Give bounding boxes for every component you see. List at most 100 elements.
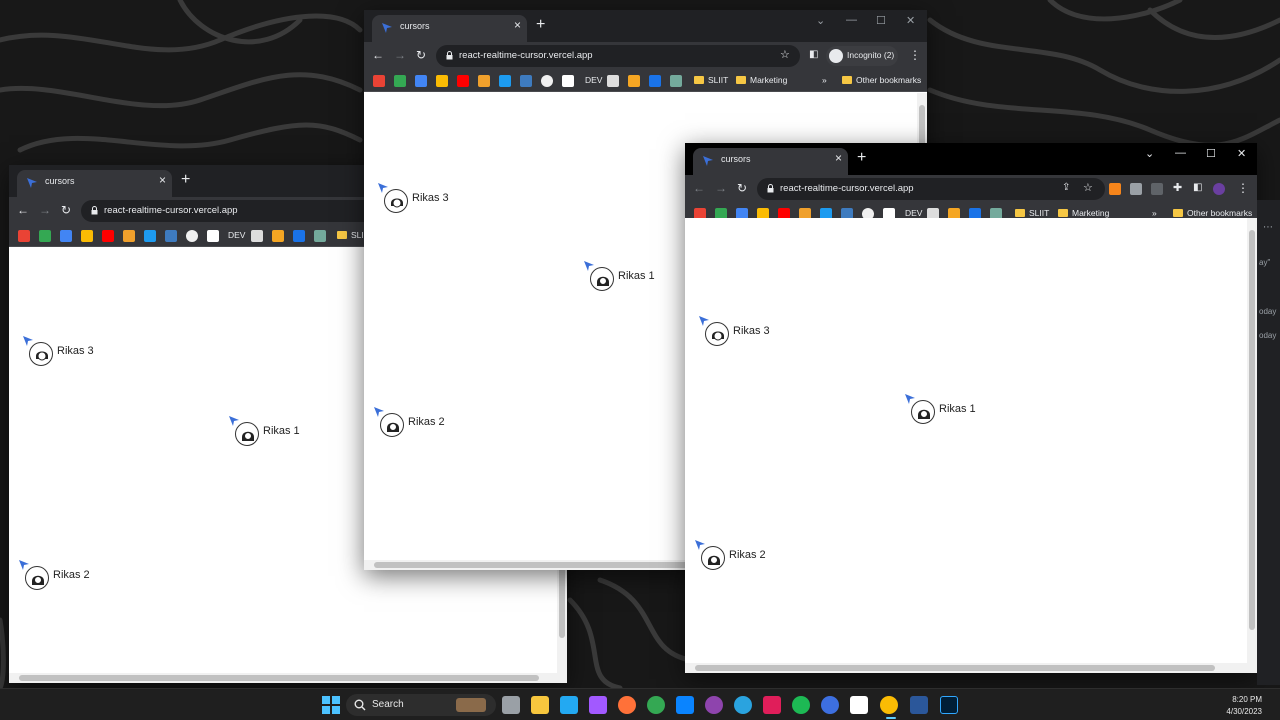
reload-button[interactable]: ↻ xyxy=(737,181,747,195)
dev-bookmark[interactable]: DEV xyxy=(228,230,245,240)
reload-button[interactable]: ↻ xyxy=(416,48,426,62)
back-button[interactable]: ← xyxy=(17,203,29,217)
metamask-extension-icon[interactable] xyxy=(1109,183,1121,195)
slack-icon[interactable] xyxy=(763,696,781,714)
maximize-button[interactable]: ☐ xyxy=(876,14,886,27)
minimize-button[interactable]: — xyxy=(1175,147,1186,159)
new-tab-button[interactable]: + xyxy=(536,17,545,33)
todo-icon[interactable] xyxy=(821,696,839,714)
link-bookmark-icon[interactable] xyxy=(520,75,532,87)
figma-icon[interactable] xyxy=(589,696,607,714)
horizontal-scrollbar[interactable] xyxy=(9,673,567,683)
tab-cursors[interactable]: cursors × xyxy=(17,170,172,197)
youtube-bookmark-icon[interactable] xyxy=(102,230,114,242)
vertical-scrollbar[interactable] xyxy=(1247,218,1257,663)
forward-button[interactable]: → xyxy=(394,48,406,62)
more-bookmarks-button[interactable]: » xyxy=(1152,208,1157,218)
file-explorer-icon[interactable] xyxy=(531,696,549,714)
tab-close-icon[interactable]: × xyxy=(835,152,842,164)
medium-bookmark-icon[interactable] xyxy=(562,75,574,87)
tab-close-icon[interactable]: × xyxy=(159,174,166,186)
gmail-bookmark-icon[interactable] xyxy=(373,75,385,87)
drive-bookmark-icon[interactable] xyxy=(39,230,51,242)
tab-search-icon[interactable]: ⌄ xyxy=(816,14,825,27)
menu-kebab-icon[interactable]: ⋮ xyxy=(1237,181,1249,195)
address-bar[interactable]: react-realtime-cursor.vercel.app ⇪ ☆ xyxy=(757,178,1105,200)
task-view-icon[interactable] xyxy=(502,696,520,714)
sliit-bookmark[interactable]: SLIIT xyxy=(694,75,728,85)
forward-button[interactable]: → xyxy=(39,203,51,217)
side-panel-icon[interactable]: ◧ xyxy=(1193,181,1202,195)
scrollbar-thumb[interactable] xyxy=(1249,230,1255,630)
slack-bookmark-icon[interactable] xyxy=(123,230,135,242)
menu-kebab-icon[interactable]: ⋮ xyxy=(909,48,921,62)
keep-bookmark-icon[interactable] xyxy=(81,230,93,242)
close-window-button[interactable]: ✕ xyxy=(1237,147,1246,160)
chatgpt-bookmark-icon[interactable] xyxy=(670,75,682,87)
scrollbar-thumb[interactable] xyxy=(19,675,539,681)
chrome-active-icon[interactable] xyxy=(880,696,898,714)
github-bookmark-icon[interactable] xyxy=(186,230,198,242)
back-button[interactable]: ← xyxy=(372,48,384,62)
medium-bookmark-icon[interactable] xyxy=(207,230,219,242)
tab-cursors[interactable]: cursors × xyxy=(372,15,527,42)
other-bookmarks[interactable]: Other bookmarks xyxy=(1173,208,1252,218)
drive-bookmark-icon[interactable] xyxy=(394,75,406,87)
twitter-bookmark-icon[interactable] xyxy=(144,230,156,242)
outlook-bookmark-icon[interactable] xyxy=(649,75,661,87)
tab-cursors[interactable]: cursors × xyxy=(693,148,848,175)
chatgpt-bookmark-icon[interactable] xyxy=(314,230,326,242)
share-icon[interactable]: ⇪ xyxy=(1062,181,1070,195)
back-button[interactable]: ← xyxy=(693,181,705,195)
marketing-bookmark[interactable]: Marketing xyxy=(736,75,787,85)
outlook-bookmark-icon[interactable] xyxy=(293,230,305,242)
incognito-profile-button[interactable]: Incognito (2) xyxy=(826,46,898,66)
page-canvas[interactable]: Rikas 3 Rikas 1 Rikas 2 xyxy=(685,218,1257,673)
tab-close-icon[interactable]: × xyxy=(514,19,521,31)
slack-bookmark-icon[interactable] xyxy=(478,75,490,87)
forward-button[interactable]: → xyxy=(715,181,727,195)
close-window-button[interactable]: ✕ xyxy=(906,14,915,27)
sliit-bookmark[interactable]: SLIIT xyxy=(1015,208,1049,218)
minimize-button[interactable]: — xyxy=(846,14,857,26)
address-bar[interactable]: react-realtime-cursor.vercel.app ☆ xyxy=(436,45,800,67)
stackoverflow-bookmark-icon[interactable] xyxy=(272,230,284,242)
youtube-bookmark-icon[interactable] xyxy=(457,75,469,87)
extensions-puzzle-icon[interactable]: ✚ xyxy=(1173,181,1182,195)
hashnode-bookmark-icon[interactable] xyxy=(251,230,263,242)
side-panel-icon[interactable]: ◧ xyxy=(809,48,818,62)
new-tab-button[interactable]: + xyxy=(181,172,190,188)
maximize-button[interactable]: ☐ xyxy=(1206,147,1216,160)
bookmark-star-icon[interactable]: ☆ xyxy=(780,48,790,62)
stackoverflow-bookmark-icon[interactable] xyxy=(628,75,640,87)
other-bookmarks[interactable]: Other bookmarks xyxy=(842,75,921,85)
word-icon[interactable] xyxy=(910,696,928,714)
link-bookmark-icon[interactable] xyxy=(165,230,177,242)
sliit-bookmark[interactable]: SLI xyxy=(337,230,364,240)
photoshop-icon[interactable] xyxy=(940,696,958,714)
calendar-bookmark-icon[interactable] xyxy=(415,75,427,87)
keep-bookmark-icon[interactable] xyxy=(436,75,448,87)
windows-start-icon[interactable] xyxy=(322,696,340,714)
reload-button[interactable]: ↻ xyxy=(61,203,71,217)
bookmark-star-icon[interactable]: ☆ xyxy=(1083,181,1093,195)
dev-bookmark[interactable]: DEV xyxy=(905,208,922,218)
chrome-icon[interactable] xyxy=(647,696,665,714)
horizontal-scrollbar[interactable] xyxy=(685,663,1257,673)
extension-icon[interactable] xyxy=(1151,183,1163,195)
twitter-bookmark-icon[interactable] xyxy=(499,75,511,87)
hashnode-bookmark-icon[interactable] xyxy=(607,75,619,87)
extension-icon[interactable] xyxy=(1130,183,1142,195)
vscode-icon[interactable] xyxy=(560,696,578,714)
taskbar-search[interactable]: Search xyxy=(346,694,496,716)
profile-avatar-icon[interactable] xyxy=(1213,183,1225,195)
podcast-app-icon[interactable] xyxy=(705,696,723,714)
scrollbar-thumb[interactable] xyxy=(695,665,1215,671)
marketing-bookmark[interactable]: Marketing xyxy=(1058,208,1109,218)
spotify-icon[interactable] xyxy=(792,696,810,714)
firefox-icon[interactable] xyxy=(618,696,636,714)
mail-icon[interactable] xyxy=(676,696,694,714)
calendar-bookmark-icon[interactable] xyxy=(60,230,72,242)
gmail-bookmark-icon[interactable] xyxy=(18,230,30,242)
system-clock[interactable]: 8:20 PM 4/30/2023 xyxy=(1226,694,1262,718)
